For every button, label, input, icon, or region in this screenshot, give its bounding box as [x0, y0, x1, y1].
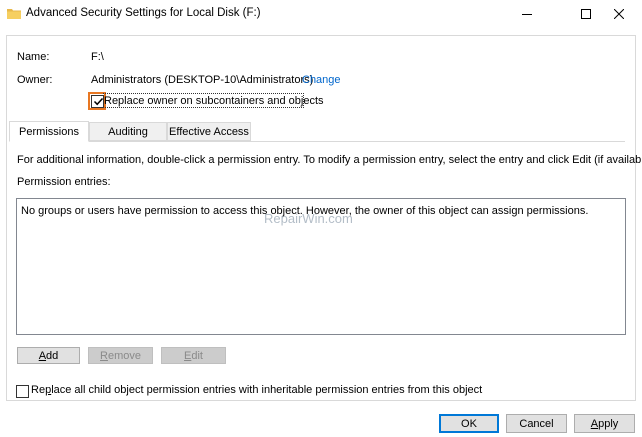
name-label: Name:: [17, 51, 50, 63]
add-button[interactable]: Add: [17, 347, 80, 364]
cancel-button-label: Cancel: [519, 417, 554, 430]
replace-child-permissions-label[interactable]: Replace all child object permission entr…: [31, 384, 482, 396]
owner-value: Administrators (DESKTOP-10\Administrator…: [91, 74, 314, 86]
name-value: F:\: [91, 51, 104, 63]
window-title: Advanced Security Settings for Local Dis…: [26, 7, 261, 19]
minimize-button[interactable]: [504, 0, 550, 27]
tab-auditing[interactable]: Auditing: [89, 122, 167, 141]
tab-permissions-label: Permissions: [19, 125, 79, 138]
edit-button[interactable]: Edit: [161, 347, 226, 364]
ok-button-label: OK: [461, 417, 477, 430]
watermark: RepairWin.com: [264, 211, 353, 226]
maximize-icon: [581, 8, 591, 19]
close-icon: [614, 8, 624, 19]
tab-divider: [9, 141, 625, 142]
remove-button-label: Remove: [100, 349, 141, 362]
minimize-icon: [522, 13, 532, 15]
change-owner-link[interactable]: Change: [302, 74, 341, 86]
replace-child-permissions-checkbox[interactable]: [16, 385, 29, 398]
permission-entries-label: Permission entries:: [17, 176, 111, 188]
cancel-button[interactable]: Cancel: [506, 414, 567, 433]
ok-button[interactable]: OK: [439, 414, 499, 433]
title-bar: Advanced Security Settings for Local Dis…: [0, 0, 642, 27]
apply-button[interactable]: Apply: [574, 414, 635, 433]
close-button[interactable]: [596, 0, 642, 27]
permissions-info-text: For additional information, double-click…: [17, 154, 642, 166]
tab-effective-access-label: Effective Access: [169, 125, 249, 138]
apply-button-label: Apply: [590, 417, 619, 430]
replace-owner-label[interactable]: Replace owner on subcontainers and objec…: [104, 95, 324, 107]
tab-effective-access[interactable]: Effective Access: [167, 122, 251, 141]
edit-button-label: Edit: [184, 349, 203, 362]
owner-label: Owner:: [17, 74, 53, 86]
remove-button[interactable]: Remove: [88, 347, 153, 364]
add-button-label: Add: [38, 349, 59, 362]
tab-auditing-label: Auditing: [108, 125, 148, 138]
folder-icon: [7, 9, 21, 19]
tab-permissions[interactable]: Permissions: [9, 121, 89, 142]
